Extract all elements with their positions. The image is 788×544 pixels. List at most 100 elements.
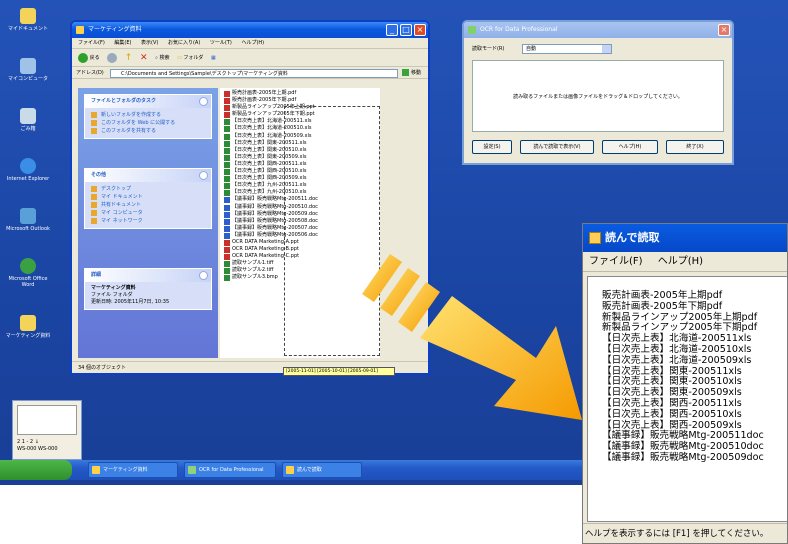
ocr-titlebar[interactable]: OCR for Data Professional × xyxy=(464,22,732,38)
task-pane: ファイルとフォルダのタスク 新しいフォルダを作成する このフォルダを Web に… xyxy=(78,88,218,358)
thumbnail-line: 2 1 - 2 ↓ xyxy=(17,439,39,445)
place-link[interactable]: 共有ドキュメント xyxy=(91,201,205,209)
folder-icon xyxy=(20,8,36,24)
panel-header[interactable]: ファイルとフォルダのタスク xyxy=(85,95,211,108)
desktop-icon-word[interactable]: Microsoft Office Word xyxy=(2,258,54,288)
taskbar-item-ocr[interactable]: OCR for Data Professional xyxy=(184,462,276,478)
read-mode-label: 読取モード(R) xyxy=(472,46,505,52)
taskbar-item-result[interactable]: 読んで読取 xyxy=(282,462,362,478)
desktop-icon-my-computer[interactable]: マイコンピュータ xyxy=(2,58,54,82)
menu-view[interactable]: 表示(V) xyxy=(141,40,158,46)
help-button[interactable]: ヘルプ(H) xyxy=(602,140,658,154)
address-bar: アドレス(D) C:\Documents and Settings\Sample… xyxy=(72,67,428,79)
place-link[interactable]: マイ ネットワーク xyxy=(91,217,205,225)
panel-header[interactable]: その他 xyxy=(85,169,211,182)
word-icon xyxy=(20,258,36,274)
read-mode-select[interactable]: 自動 xyxy=(522,44,612,54)
address-input[interactable]: C:\Documents and Settings\Sample\デスクトップ\… xyxy=(110,69,398,78)
up-folder-icon[interactable]: ↑ xyxy=(125,49,133,67)
explorer-toolbar: 戻る ↑ ✕ ⌕ 検索 ▭ フォルダ ▦ xyxy=(72,49,428,67)
arrow-shaft-and-head xyxy=(420,296,582,420)
desktop-icon-marketing-folder[interactable]: マーケティング資料 xyxy=(2,315,54,339)
forward-button[interactable] xyxy=(107,49,118,67)
folder-icon xyxy=(76,26,84,34)
views-icon[interactable]: ▦ xyxy=(211,49,216,67)
chevron-up-icon[interactable] xyxy=(199,171,208,180)
ocr-window: OCR for Data Professional × 読取モード(R) 自動 … xyxy=(462,20,734,165)
menu-file[interactable]: ファイル(F) xyxy=(589,256,643,267)
detail-type: ファイル フォルダ xyxy=(91,292,133,298)
thumbnail-preview: 2 1 - 2 ↓ WS-000 WS-000 xyxy=(12,400,82,460)
maximize-button[interactable]: □ xyxy=(400,24,412,36)
recycle-bin-icon xyxy=(20,108,36,124)
result-line: 販売計画表-2005年下期pdf xyxy=(602,300,723,312)
go-arrow-icon xyxy=(402,69,409,76)
close-button[interactable]: × xyxy=(718,24,730,36)
desktop-icon-my-documents[interactable]: マイドキュメント xyxy=(2,8,54,32)
folder-icon xyxy=(92,466,100,474)
desktop-icon-recycle-bin[interactable]: ごみ箱 xyxy=(2,108,54,132)
ocr-title: OCR for Data Professional xyxy=(480,26,558,33)
transfer-arrow-graphic xyxy=(362,254,582,420)
result-line: 【日次売上表】北海道-200509xls xyxy=(602,354,752,366)
exit-button[interactable]: 終了(X) xyxy=(666,140,724,154)
outlook-icon xyxy=(20,208,36,224)
explorer-title: マーケティング資料 xyxy=(88,26,142,33)
panel-header[interactable]: 詳細 xyxy=(85,269,211,282)
result-menubar: ファイル(F) ヘルプ(H) xyxy=(583,252,787,272)
app-icon xyxy=(468,26,476,34)
folders-button[interactable]: ▭ フォルダ xyxy=(177,49,203,67)
taskbar-item-explorer[interactable]: マーケティング資料 xyxy=(88,462,178,478)
panel-details: 詳細 マーケティング資料 ファイル フォルダ 更新日時: 2005年11月7日,… xyxy=(84,268,212,310)
menu-help[interactable]: ヘルプ(H) xyxy=(241,40,264,46)
desktop-icon-outlook[interactable]: Microsoft Outlook xyxy=(2,208,54,232)
screen: マイドキュメント マイコンピュータ ごみ箱 Internet Explorer … xyxy=(0,0,788,544)
go-button[interactable]: 移動 xyxy=(402,68,426,78)
result-titlebar[interactable]: 読んで読取 xyxy=(583,224,787,252)
app-icon xyxy=(589,232,601,244)
chevron-up-icon[interactable] xyxy=(199,97,208,106)
taskbar: マーケティング資料 OCR for Data Professional 読んで読… xyxy=(0,460,600,480)
detail-modified: 更新日時: 2005年11月7日, 10:35 xyxy=(91,299,170,305)
detail-name: マーケティング資料 xyxy=(91,285,136,291)
app-icon xyxy=(188,466,196,474)
desktop-icon-internet-explorer[interactable]: Internet Explorer xyxy=(2,158,54,182)
task-link[interactable]: このフォルダを共有する xyxy=(91,127,205,135)
minimize-button[interactable]: _ xyxy=(386,24,398,36)
settings-button[interactable]: 設定(S) xyxy=(472,140,512,154)
delete-icon[interactable]: ✕ xyxy=(140,49,148,67)
folder-icon xyxy=(20,315,36,331)
place-link[interactable]: マイ ドキュメント xyxy=(91,193,205,201)
search-button[interactable]: ⌕ 検索 xyxy=(155,49,169,67)
back-arrow-icon xyxy=(78,52,88,63)
thumbnail-line: WS-000 WS-000 xyxy=(17,446,58,452)
result-statusbar: ヘルプを表示するには [F1] を押してください。 xyxy=(583,523,787,543)
computer-icon xyxy=(20,58,36,74)
place-link[interactable]: デスクトップ xyxy=(91,185,205,193)
task-link[interactable]: このフォルダを Web に公開する xyxy=(91,119,205,127)
back-button[interactable]: 戻る xyxy=(78,49,100,67)
close-button[interactable]: × xyxy=(414,24,426,36)
menu-tools[interactable]: ツール(T) xyxy=(210,40,232,46)
address-label: アドレス(D) xyxy=(76,70,104,76)
thumbnail-canvas xyxy=(17,405,77,435)
start-button[interactable] xyxy=(0,460,72,480)
panel-file-tasks: ファイルとフォルダのタスク 新しいフォルダを作成する このフォルダを Web に… xyxy=(84,94,212,139)
menu-edit[interactable]: 編集(E) xyxy=(114,40,131,46)
menu-favorites[interactable]: お気に入り(A) xyxy=(168,40,200,46)
explorer-titlebar[interactable]: マーケティング資料 _ □ × xyxy=(72,22,428,38)
task-link[interactable]: 新しいフォルダを作成する xyxy=(91,111,205,119)
forward-arrow-icon xyxy=(107,52,118,63)
place-link[interactable]: マイ コンピュータ xyxy=(91,209,205,217)
result-line: 【日次売上表】関西-200510xls xyxy=(602,408,742,420)
menu-help[interactable]: ヘルプ(H) xyxy=(658,256,703,267)
result-title: 読んで読取 xyxy=(605,231,660,244)
search-icon: ⌕ xyxy=(155,55,158,61)
drop-zone[interactable]: 読み取るファイルまたは画像ファイルをドラッグ＆ドロップしてください。 xyxy=(472,60,724,132)
result-text-area[interactable]: 販売計画表-2005年上期pdf 販売計画表-2005年下期pdf 新製品ラインアッ… xyxy=(587,276,787,522)
view-in-reader-button[interactable]: 読んで読取で表示(V) xyxy=(520,140,594,154)
panel-other-places: その他 デスクトップ マイ ドキュメント 共有ドキュメント マイ コンピュータ … xyxy=(84,168,212,229)
menu-file[interactable]: ファイル(F) xyxy=(78,40,105,46)
chevron-up-icon[interactable] xyxy=(199,271,208,280)
explorer-menubar: ファイル(F) 編集(E) 表示(V) お気に入り(A) ツール(T) ヘルプ(… xyxy=(72,38,428,49)
